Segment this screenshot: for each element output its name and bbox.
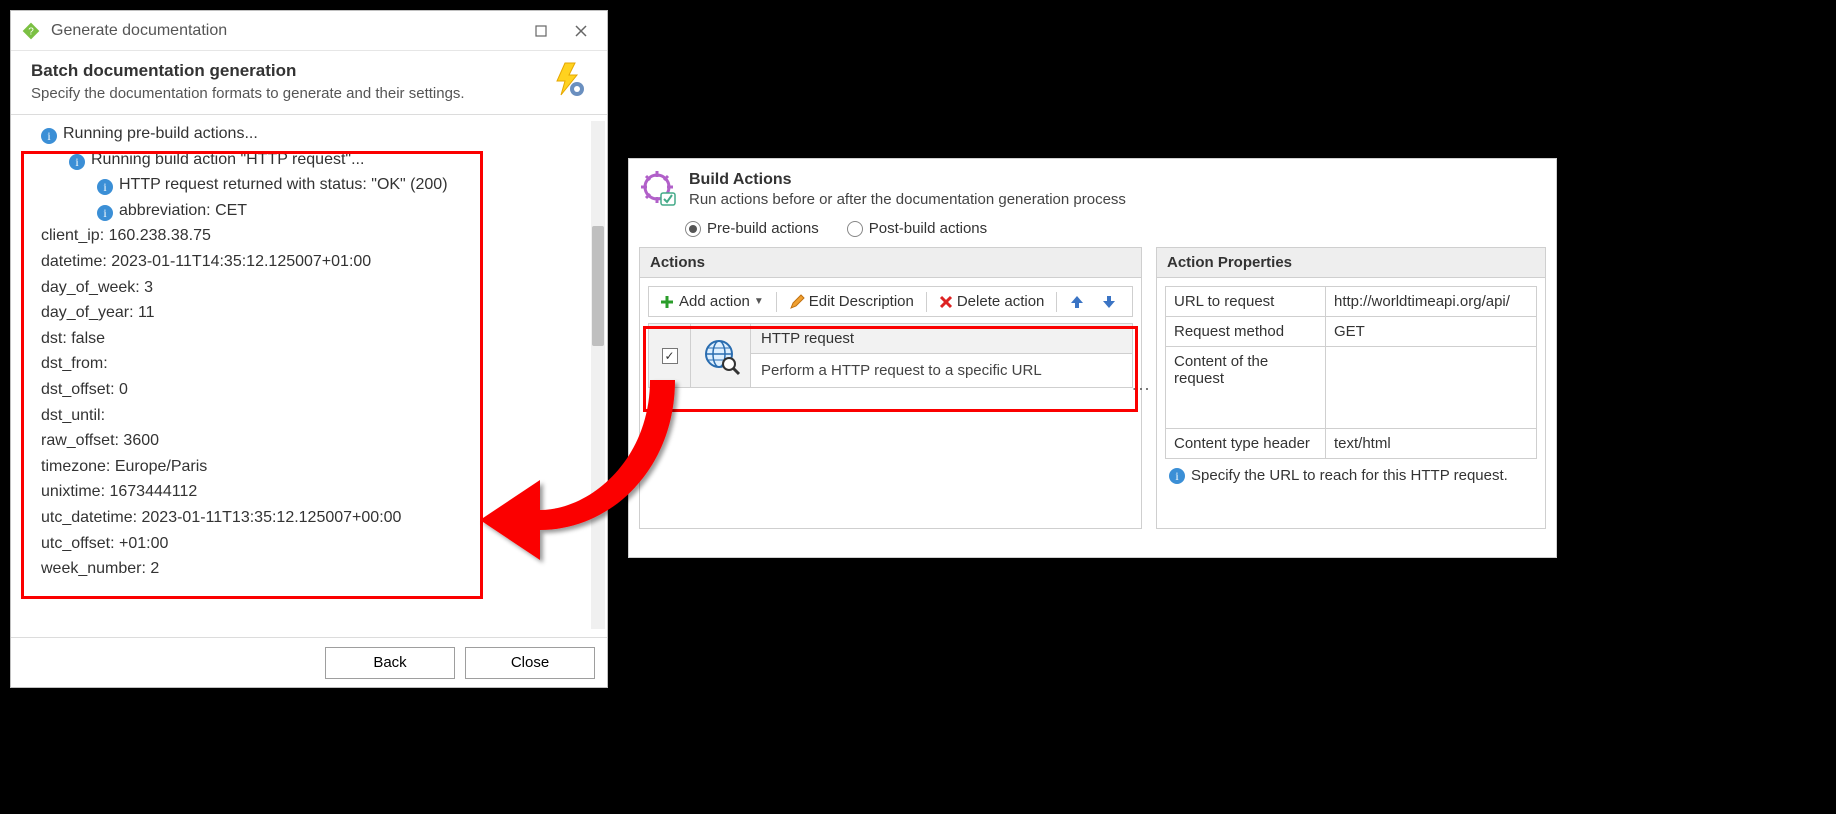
prop-value-ctype[interactable]: text/html (1326, 429, 1537, 459)
pre-build-radio[interactable]: Pre-build actions (685, 220, 819, 237)
log-line: iHTTP request returned with status: "OK"… (21, 172, 589, 198)
panel-subtitle: Run actions before or after the document… (689, 191, 1126, 208)
delete-action-button[interactable]: Delete action (933, 291, 1051, 312)
log-line: dst_offset: 0 (21, 377, 589, 403)
action-description: Perform a HTTP request to a specific URL (751, 354, 1132, 387)
radio-label: Pre-build actions (707, 220, 819, 237)
plus-icon (659, 294, 675, 310)
gear-check-icon (641, 171, 677, 207)
dialog-title: Generate documentation (51, 22, 521, 40)
log-line: day_of_year: 11 (21, 300, 589, 326)
panel-header: Build Actions Run actions before or afte… (639, 169, 1546, 214)
radio-icon (685, 221, 701, 237)
log-line: timezone: Europe/Paris (21, 454, 589, 480)
svg-text:?: ? (28, 26, 34, 37)
chevron-down-icon: ▼ (754, 296, 764, 307)
info-icon: i (97, 179, 113, 195)
action-enabled-checkbox[interactable]: ✓ (662, 348, 678, 364)
log-line: dst_until: (21, 403, 589, 429)
dialog-header-title: Batch documentation generation (31, 61, 541, 81)
actions-header: Actions (640, 248, 1141, 278)
lightning-gear-icon (551, 61, 587, 97)
app-icon: ? (21, 21, 41, 41)
log-line: dst: false (21, 326, 589, 352)
titlebar: ? Generate documentation (11, 11, 607, 51)
properties-header: Action Properties (1157, 248, 1545, 278)
prop-key: URL to request (1166, 287, 1326, 317)
log-line: dst_from: (21, 351, 589, 377)
log-line: datetime: 2023-01-11T14:35:12.125007+01:… (21, 249, 589, 275)
post-build-radio[interactable]: Post-build actions (847, 220, 987, 237)
delete-icon (939, 295, 953, 309)
actions-column: Actions Add action▼ Edit Description (639, 247, 1142, 529)
prop-key: Request method (1166, 317, 1326, 347)
info-icon: i (1169, 468, 1185, 484)
log-line: iRunning pre-build actions... (21, 121, 589, 147)
prop-value-method[interactable]: GET (1326, 317, 1537, 347)
prop-value-content[interactable] (1326, 347, 1537, 429)
radio-label: Post-build actions (869, 220, 987, 237)
dialog-header: Batch documentation generation Specify t… (11, 51, 607, 115)
build-phase-radio-group: Pre-build actions Post-build actions (639, 214, 1546, 247)
close-window-button[interactable] (561, 16, 601, 46)
prop-key: Content of the request (1166, 347, 1326, 429)
build-actions-panel: Build Actions Run actions before or afte… (628, 158, 1557, 558)
pencil-icon (789, 294, 805, 310)
properties-table: URL to request http://worldtimeapi.org/a… (1165, 286, 1537, 459)
log-line: unixtime: 1673444112 (21, 479, 589, 505)
info-icon: i (69, 154, 85, 170)
generate-documentation-dialog: ? Generate documentation Batch documenta… (10, 10, 608, 688)
radio-icon (847, 221, 863, 237)
scrollbar-thumb[interactable] (592, 226, 604, 346)
move-down-button[interactable] (1095, 292, 1123, 312)
back-button[interactable]: Back (325, 647, 455, 679)
add-action-button[interactable]: Add action▼ (653, 291, 770, 312)
dialog-footer: Back Close (11, 637, 607, 687)
arrow-up-icon (1069, 294, 1085, 310)
dialog-header-subtitle: Specify the documentation formats to gen… (31, 85, 541, 102)
actions-toolbar: Add action▼ Edit Description Delete acti… (648, 286, 1133, 317)
info-icon: i (97, 205, 113, 221)
panel-title: Build Actions (689, 171, 1126, 189)
log-line: client_ip: 160.238.38.75 (21, 223, 589, 249)
log-line: utc_datetime: 2023-01-11T13:35:12.125007… (21, 505, 589, 531)
help-text: Specify the URL to reach for this HTTP r… (1191, 467, 1508, 484)
log-line: iRunning build action "HTTP request"... (21, 147, 589, 173)
prop-value-url[interactable]: http://worldtimeapi.org/api/ (1326, 287, 1537, 317)
minimize-button[interactable] (521, 16, 561, 46)
scrollbar[interactable] (591, 121, 605, 629)
log-line: week_number: 2 (21, 556, 589, 582)
info-icon: i (41, 128, 57, 144)
log-line: day_of_week: 3 (21, 275, 589, 301)
edit-description-button[interactable]: Edit Description (783, 291, 920, 312)
move-up-button[interactable] (1063, 292, 1091, 312)
log-line: iabbreviation: CET (21, 198, 589, 224)
globe-search-icon (691, 324, 751, 387)
arrow-down-icon (1101, 294, 1117, 310)
action-properties-column: Action Properties URL to request http://… (1156, 247, 1546, 529)
property-help: i Specify the URL to reach for this HTTP… (1165, 459, 1537, 484)
close-button[interactable]: Close (465, 647, 595, 679)
log-line: utc_offset: +01:00 (21, 531, 589, 557)
log-area: iRunning pre-build actions... iRunning b… (11, 115, 607, 635)
action-row-http-request[interactable]: ✓ HTTP reques (648, 323, 1133, 388)
action-title: HTTP request (751, 324, 1132, 354)
prop-key: Content type header (1166, 429, 1326, 459)
log-line: raw_offset: 3600 (21, 428, 589, 454)
